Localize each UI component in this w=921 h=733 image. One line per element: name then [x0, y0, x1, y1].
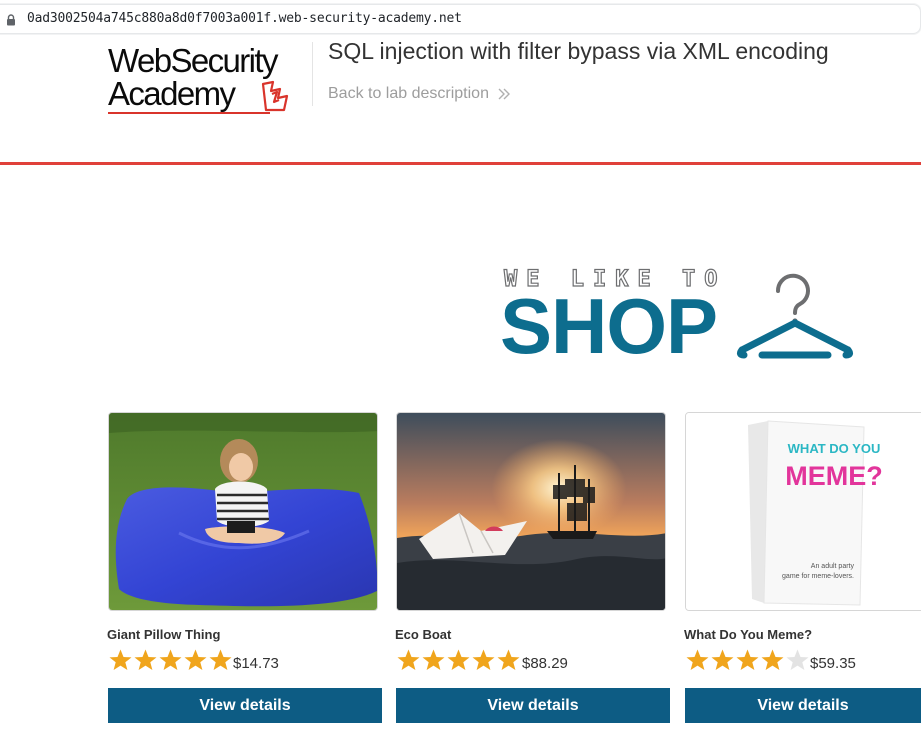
browser-url-bar: 0ad3002504a745c880a8d0f7003a001f.web-sec… — [0, 0, 921, 38]
lightning-bolt-icon — [261, 80, 289, 112]
star-filled-icon — [109, 649, 132, 670]
boat-photo — [397, 413, 665, 610]
address-field[interactable]: 0ad3002504a745c880a8d0f7003a001f.web-sec… — [0, 4, 921, 34]
url-text[interactable]: 0ad3002504a745c880a8d0f7003a001f.web-sec… — [27, 11, 462, 26]
banner-headline: SHOP — [500, 282, 718, 370]
lab-header: WebSecurity Academy SQL injection with f… — [0, 38, 921, 162]
back-to-lab-description-link[interactable]: Back to lab description — [328, 85, 511, 103]
star-filled-icon — [497, 649, 520, 670]
box-tagline-line2: game for meme-lovers. — [782, 573, 854, 580]
we-like-to-shop-banner: WE LIKE TO SHOP — [500, 265, 860, 365]
product-image[interactable]: WHAT DO YOU MEME? An adult party game fo… — [685, 412, 921, 611]
star-empty-icon — [786, 649, 809, 670]
star-filled-icon — [472, 649, 495, 670]
star-filled-icon — [447, 649, 470, 670]
rating-stars — [108, 648, 233, 674]
star-filled-icon — [134, 649, 157, 670]
star-filled-icon — [761, 649, 784, 670]
double-chevron-right-icon — [498, 88, 510, 100]
product-card: Giant Pillow Thing $14.73 View details — [107, 412, 384, 724]
star-filled-icon — [159, 649, 182, 670]
view-details-button[interactable]: View details — [685, 688, 921, 723]
clothes-hanger-icon — [736, 273, 854, 359]
product-name: What Do You Meme? — [684, 627, 813, 642]
product-image[interactable] — [108, 412, 378, 611]
product-price: $59.35 — [810, 655, 856, 672]
web-security-academy-logo[interactable]: WebSecurity Academy — [108, 42, 308, 114]
logo-underline — [108, 112, 270, 114]
product-name: Eco Boat — [395, 627, 452, 642]
header-divider — [312, 42, 313, 106]
lock-icon — [7, 14, 15, 26]
box-title-line1: WHAT DO YOU — [788, 441, 881, 456]
header-red-divider — [0, 162, 921, 165]
box-tagline-line1: An adult party — [811, 563, 855, 570]
view-details-button[interactable]: View details — [396, 688, 670, 723]
product-card: Eco Boat $88.29 View details — [395, 412, 672, 724]
product-image[interactable] — [396, 412, 666, 611]
star-filled-icon — [422, 649, 445, 670]
back-link-label: Back to lab description — [328, 85, 489, 102]
product-name: Giant Pillow Thing — [107, 627, 221, 642]
rating-stars — [685, 648, 810, 674]
view-details-button[interactable]: View details — [108, 688, 382, 723]
product-price: $14.73 — [233, 655, 279, 672]
star-filled-icon — [209, 649, 232, 670]
rating-stars — [396, 648, 521, 674]
star-filled-icon — [711, 649, 734, 670]
pillow-photo — [109, 413, 377, 610]
star-filled-icon — [736, 649, 759, 670]
star-filled-icon — [686, 649, 709, 670]
star-filled-icon — [184, 649, 207, 670]
product-price: $88.29 — [522, 655, 568, 672]
logo-text-line2: Academy — [108, 75, 236, 112]
star-filled-icon — [397, 649, 420, 670]
logo-text-line1: WebSecurity — [108, 42, 278, 79]
meme-game-box-photo: WHAT DO YOU MEME? An adult party game fo… — [686, 413, 921, 610]
box-title-line2: MEME? — [785, 461, 883, 491]
product-card: WHAT DO YOU MEME? An adult party game fo… — [684, 412, 921, 724]
lab-title: SQL injection with filter bypass via XML… — [328, 38, 829, 64]
